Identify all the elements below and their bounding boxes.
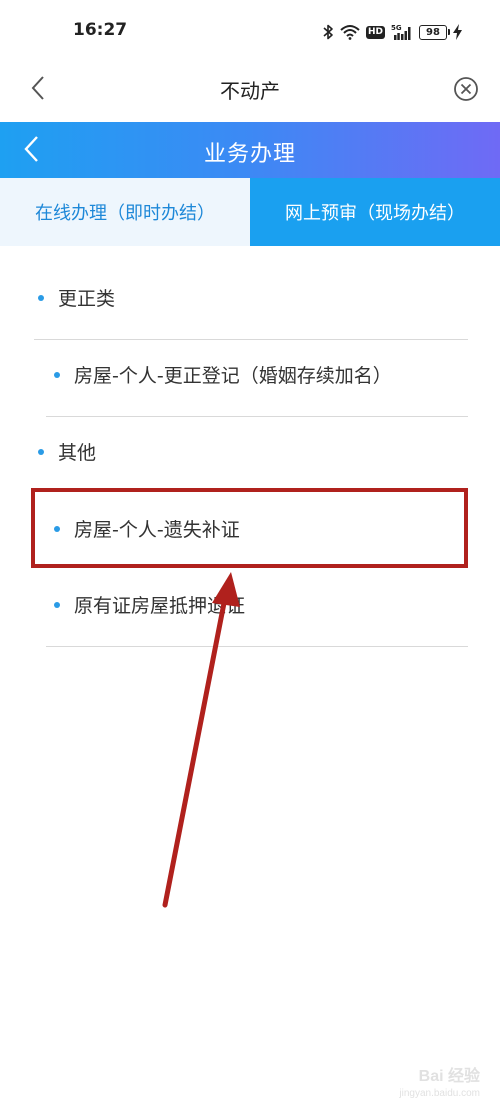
- bullet-icon: [38, 448, 44, 455]
- hd-icon: HD: [365, 25, 385, 39]
- divider: [34, 339, 468, 340]
- baidu-jingyan-logo: Bai 经验: [418, 1068, 480, 1085]
- watermark: Bai 经验 jingyan.baidu.com: [399, 1062, 480, 1099]
- battery-icon: 98: [419, 24, 450, 40]
- signal-icon: 5G: [391, 23, 413, 41]
- category-label: 更正类: [58, 288, 116, 310]
- charging-icon: [453, 24, 462, 40]
- bluetooth-icon: [322, 24, 334, 40]
- list-item[interactable]: 原有证房屋抵押退证: [0, 591, 500, 618]
- category-header: 更正类: [0, 284, 500, 311]
- network-type-label: 5G: [391, 24, 402, 32]
- tab-online-processing[interactable]: 在线办理（即时办结）: [0, 178, 250, 246]
- status-icons: HD 5G 98: [322, 20, 462, 44]
- status-bar: 16:27 HD 5G 98: [0, 0, 500, 62]
- category-header: 其他: [0, 438, 500, 465]
- tab-bar: 在线办理（即时办结） 网上预审（现场办结）: [0, 178, 500, 246]
- list-item-label: 房屋-个人-更正登记（婚姻存续加名）: [74, 365, 392, 387]
- nav-bar: 不动产: [0, 62, 500, 120]
- status-time: 16:27: [73, 20, 128, 40]
- annotation-highlight-box: [31, 488, 468, 568]
- list-item-label: 原有证房屋抵押退证: [74, 595, 246, 617]
- watermark-url: jingyan.baidu.com: [399, 1088, 480, 1099]
- bullet-icon: [54, 371, 60, 378]
- close-circle-icon: [453, 76, 479, 106]
- wifi-icon: [340, 24, 360, 40]
- business-header: 业务办理: [0, 122, 500, 178]
- divider: [46, 416, 468, 417]
- divider: [46, 646, 468, 647]
- list-item[interactable]: 房屋-个人-更正登记（婚姻存续加名）: [0, 361, 500, 388]
- bullet-icon: [38, 294, 44, 301]
- close-button[interactable]: [448, 73, 484, 109]
- category-label: 其他: [58, 442, 97, 464]
- page-title: 不动产: [220, 79, 280, 103]
- banner-title: 业务办理: [203, 142, 296, 167]
- bullet-icon: [54, 601, 60, 608]
- tab-online-pre-review[interactable]: 网上预审（现场办结）: [250, 178, 500, 246]
